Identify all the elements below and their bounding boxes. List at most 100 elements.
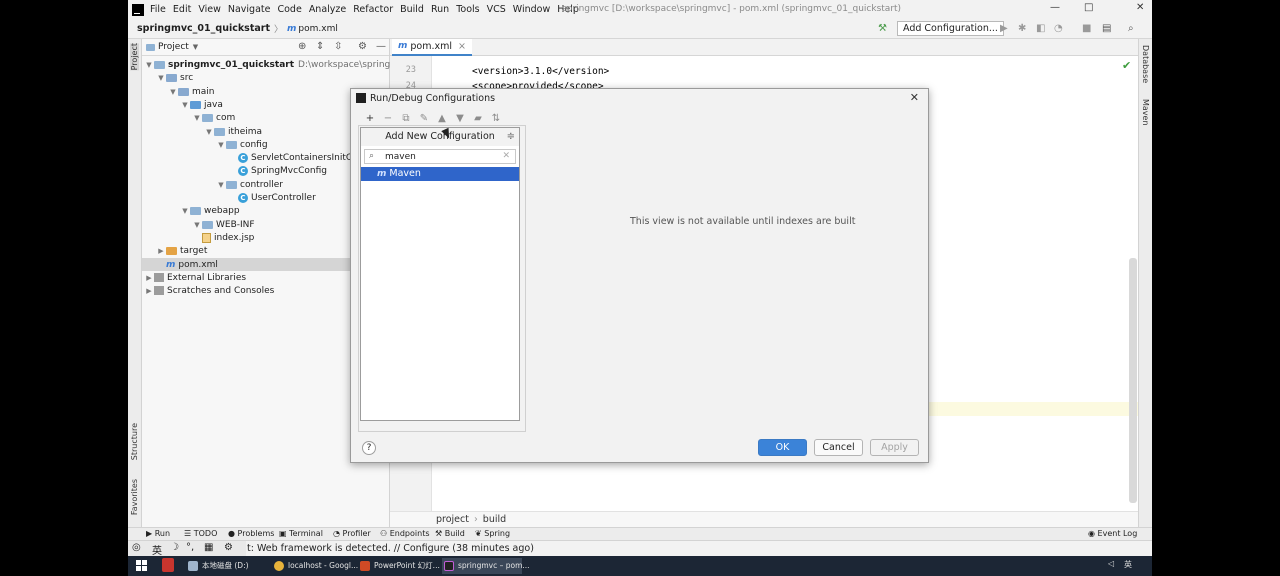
copy-icon[interactable]: ⧉ <box>397 113 415 124</box>
tree-item[interactable]: ▶ Scratches and Consoles <box>144 284 274 297</box>
tool-profiler[interactable]: ◔ Profiler <box>333 529 371 538</box>
ime-gear-icon[interactable]: ⚙ <box>224 542 233 553</box>
tree-item[interactable]: ▼ WEB-INF <box>192 218 254 231</box>
menu-code[interactable]: Code <box>277 4 301 15</box>
project-structure-icon[interactable]: ▤ <box>1102 23 1111 34</box>
chevron-down-icon[interactable]: ▼ <box>192 221 202 229</box>
menu-build[interactable]: Build <box>400 4 424 15</box>
chevron-down-icon[interactable]: ▼ <box>180 207 190 215</box>
minimize-button[interactable]: — <box>1050 2 1060 13</box>
ime-language[interactable]: 英 <box>152 542 162 556</box>
run-icon[interactable]: ▶ <box>1000 23 1008 34</box>
ok-button[interactable]: OK <box>758 439 807 456</box>
breadcrumb-project[interactable]: springmvc_01_quickstart <box>137 23 270 34</box>
remove-icon[interactable]: − <box>379 113 397 124</box>
tree-item[interactable]: ▼ webapp <box>180 204 239 217</box>
run-configuration-dropdown[interactable]: Add Configuration... <box>897 21 1004 36</box>
tree-item[interactable]: m pom.xml <box>156 258 218 271</box>
tool-endpoints[interactable]: ⚇ Endpoints <box>380 529 430 538</box>
tree-item[interactable]: index.jsp <box>192 231 254 244</box>
clear-search-icon[interactable]: ✕ <box>502 151 510 161</box>
tool-todo[interactable]: ☰ TODO <box>184 529 217 538</box>
chevron-down-icon[interactable]: ▼ <box>156 74 166 82</box>
tool-event-log[interactable]: ◉ Event Log <box>1088 529 1137 538</box>
tree-item[interactable]: C ServletContainersInitCo <box>228 151 358 164</box>
move-up-icon[interactable]: ▲ <box>433 113 451 124</box>
hammer-icon[interactable]: ⚒ <box>878 23 887 34</box>
code-line[interactable]: <version>3.1.0</version> <box>472 66 609 77</box>
structure-tool-tab[interactable]: Structure <box>130 423 139 460</box>
chevron-right-icon[interactable]: ▶ <box>144 274 154 282</box>
menu-tools[interactable]: Tools <box>456 4 479 15</box>
close-window-button[interactable]: ✕ <box>1136 2 1144 13</box>
taskbar-ime[interactable]: 英 <box>1124 559 1132 570</box>
tree-item[interactable]: C SpringMvcConfig <box>228 164 327 177</box>
maven-tool-tab[interactable]: Maven <box>1141 99 1150 126</box>
chevron-down-icon[interactable]: ▼ <box>180 101 190 109</box>
volume-icon[interactable]: ◁ <box>1108 559 1114 568</box>
help-button[interactable]: ? <box>362 441 376 455</box>
breadcrumb-build-tag[interactable]: build <box>483 513 506 527</box>
chevron-down-icon[interactable]: ▼ <box>193 43 198 51</box>
tool-terminal[interactable]: ▣ Terminal <box>279 529 323 538</box>
menu-run[interactable]: Run <box>431 4 449 15</box>
menu-vcs[interactable]: VCS <box>487 4 506 15</box>
windows-start-icon[interactable] <box>136 560 148 572</box>
tree-item[interactable]: ▼ java <box>180 98 223 111</box>
menu-edit[interactable]: Edit <box>173 4 191 15</box>
tree-item[interactable]: ▼ src <box>156 71 193 84</box>
stop-icon[interactable]: ■ <box>1082 23 1091 34</box>
favorites-tool-tab[interactable]: Favorites <box>130 479 139 515</box>
sort-icon[interactable]: ⇅ <box>487 113 505 124</box>
ime-punct-icon[interactable]: °, <box>186 542 194 553</box>
tool-run[interactable]: ▶ Run <box>146 529 170 538</box>
breadcrumb-project-tag[interactable]: project <box>436 513 469 527</box>
close-dialog-icon[interactable]: ✕ <box>910 91 919 104</box>
search-everywhere-icon[interactable]: ⌕ <box>1128 23 1134 34</box>
menu-view[interactable]: View <box>198 4 221 15</box>
menu-file[interactable]: File <box>150 4 166 15</box>
project-view-selector[interactable]: Project <box>158 42 189 52</box>
debug-icon[interactable]: ✱ <box>1018 23 1026 34</box>
expand-all-icon[interactable]: ⇕ <box>316 41 324 52</box>
tree-item[interactable]: ▼ itheima <box>204 125 262 138</box>
collapse-all-icon[interactable]: ⇳ <box>334 41 342 52</box>
close-tab-icon[interactable]: × <box>458 39 466 54</box>
tree-item[interactable]: ▼ main <box>168 85 214 98</box>
chevron-right-icon[interactable]: ▶ <box>144 287 154 295</box>
tree-item[interactable]: ▼ config <box>216 138 267 151</box>
menu-navigate[interactable]: Navigate <box>228 4 271 15</box>
taskbar-item-chrome[interactable]: localhost - Googl... <box>272 558 358 574</box>
project-tool-tab[interactable]: Project <box>130 43 139 71</box>
popup-item-maven[interactable]: m Maven <box>361 167 519 181</box>
app-icon[interactable] <box>162 558 174 572</box>
chevron-right-icon[interactable]: ▶ <box>156 247 166 255</box>
locate-icon[interactable]: ⊕ <box>298 41 306 52</box>
maximize-button[interactable]: □ <box>1084 2 1093 13</box>
ime-moon-icon[interactable]: ☽ <box>170 542 179 553</box>
tree-item[interactable]: ▼ com <box>192 111 235 124</box>
chevron-down-icon[interactable]: ▼ <box>204 128 214 136</box>
profile-icon[interactable]: ◔ <box>1054 23 1063 34</box>
taskbar-item-intellij[interactable]: springmvc – pom... <box>442 558 530 574</box>
tree-item[interactable]: ▶ External Libraries <box>144 271 246 284</box>
gear-icon[interactable]: ⚙ <box>358 41 367 52</box>
coverage-icon[interactable]: ◧ <box>1036 23 1045 34</box>
cancel-button[interactable]: Cancel <box>814 439 863 456</box>
chevron-down-icon[interactable]: ▼ <box>144 61 154 69</box>
menu-analyze[interactable]: Analyze <box>309 4 346 15</box>
editor-scrollbar[interactable] <box>1129 258 1137 503</box>
wrench-icon[interactable]: ✎ <box>415 113 433 124</box>
hide-panel-icon[interactable]: — <box>376 41 386 52</box>
chevron-down-icon[interactable]: ▼ <box>168 88 178 96</box>
chevron-down-icon[interactable]: ▼ <box>216 141 226 149</box>
tool-spring[interactable]: ❦ Spring <box>475 529 510 538</box>
menu-refactor[interactable]: Refactor <box>353 4 393 15</box>
tree-item[interactable]: ▼ controller <box>216 178 283 191</box>
configuration-search-input[interactable]: ⌕ maven ✕ <box>364 149 516 164</box>
tree-item[interactable]: ▶ target <box>156 244 207 257</box>
taskbar-item-powerpoint[interactable]: PowerPoint 幻灯... <box>358 558 440 574</box>
collapse-popup-icon[interactable]: ≑ <box>507 131 515 142</box>
menu-window[interactable]: Window <box>513 4 550 15</box>
chevron-down-icon[interactable]: ▼ <box>216 181 226 189</box>
